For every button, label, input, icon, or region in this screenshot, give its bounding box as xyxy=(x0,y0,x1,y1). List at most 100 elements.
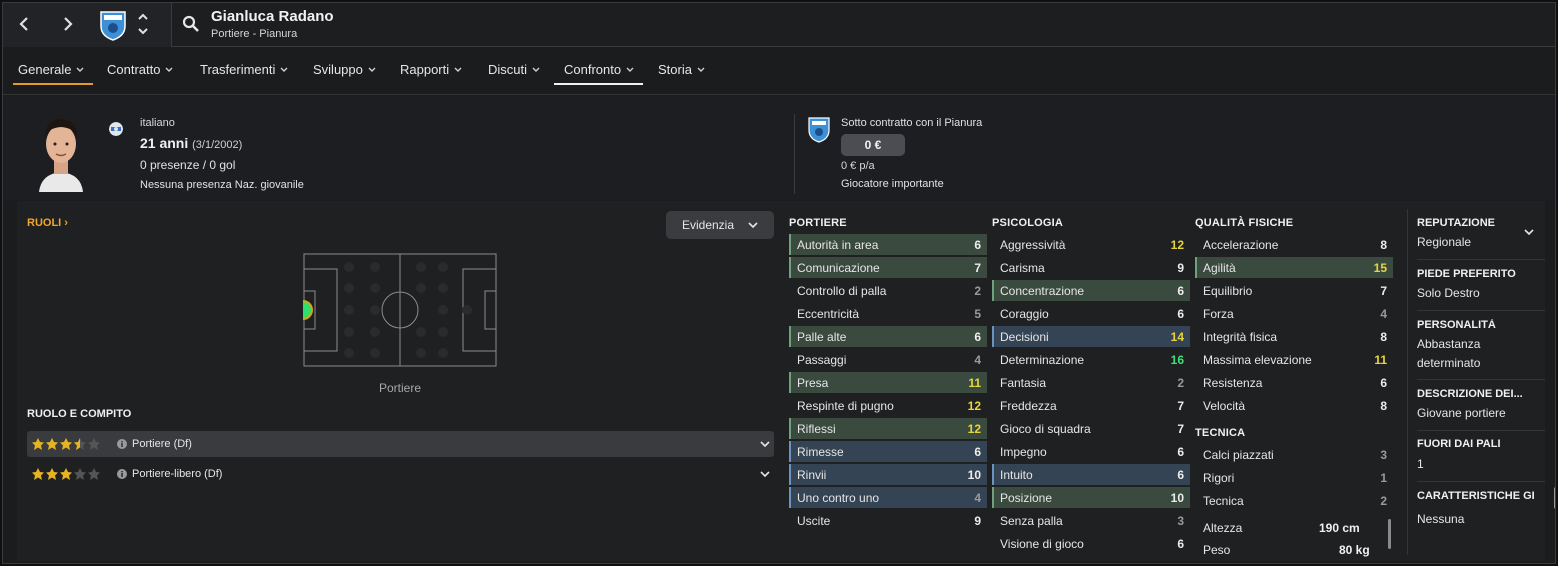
attribute-row[interactable]: Aggressività 12 xyxy=(992,234,1190,255)
personality-heading: PERSONALITÀ xyxy=(1417,319,1496,331)
attribute-row[interactable]: Fantasia 2 xyxy=(992,372,1190,393)
attribute-row[interactable]: Respinte di pugno 12 xyxy=(789,395,987,416)
forward-arrow-icon[interactable] xyxy=(57,13,79,35)
squad-status: Giocatore importante xyxy=(841,178,944,190)
attribute-row[interactable]: Rinvii 10 xyxy=(789,464,987,485)
role-row[interactable]: Portiere-libero (Df) xyxy=(27,461,774,487)
attribute-row[interactable]: Determinazione 16 xyxy=(992,349,1190,370)
attribute-value: 5 xyxy=(974,306,981,321)
role-row[interactable]: Portiere (Df) xyxy=(27,431,774,457)
tab-trasferimenti[interactable]: Trasferimenti xyxy=(200,62,288,77)
attribute-row[interactable]: Calci piazzati 3 xyxy=(1195,444,1393,465)
attribute-row[interactable]: Visione di gioco 6 xyxy=(992,533,1190,554)
attribute-value: 10 xyxy=(1170,490,1184,505)
attribute-row[interactable]: Agilità 15 xyxy=(1195,257,1393,278)
attribute-row[interactable]: Impegno 6 xyxy=(992,441,1190,462)
goalkeeping-heading: PORTIERE xyxy=(789,217,847,229)
attribute-row[interactable]: Coraggio 6 xyxy=(992,303,1190,324)
attribute-name: Passaggi xyxy=(797,352,847,367)
attribute-row[interactable]: Forza 4 xyxy=(1195,303,1393,324)
attribute-row[interactable]: Controllo di palla 2 xyxy=(789,280,987,301)
tab-discuti[interactable]: Discuti xyxy=(488,62,540,77)
attribute-row[interactable]: Gioco di squadra 7 xyxy=(992,418,1190,439)
attribute-row[interactable]: Equilibrio 7 xyxy=(1195,280,1393,301)
attribute-row[interactable]: Decisioni 14 xyxy=(992,326,1190,347)
info-icon[interactable] xyxy=(117,469,127,479)
attribute-name: Comunicazione xyxy=(797,260,880,275)
attribute-value: 7 xyxy=(1177,421,1184,436)
attribute-row[interactable]: Eccentricità 5 xyxy=(789,303,987,324)
chevron-down-icon[interactable] xyxy=(760,441,770,448)
scrollbar-thumb[interactable] xyxy=(1554,487,1555,509)
position-pitch[interactable] xyxy=(303,253,497,367)
attribute-row[interactable]: Uno contro uno 4 xyxy=(789,487,987,508)
tab-confronto[interactable]: Confronto xyxy=(564,62,634,77)
attribute-name: Agilità xyxy=(1203,260,1236,275)
attribute-row[interactable]: Comunicazione 7 xyxy=(789,257,987,278)
attribute-row[interactable]: Palle alte 6 xyxy=(789,326,987,347)
club-crest-icon[interactable] xyxy=(806,115,832,143)
position-dot-goalkeeper[interactable] xyxy=(303,300,313,320)
attribute-row[interactable]: Integrità fisica 8 xyxy=(1195,326,1393,347)
attribute-row[interactable]: Autorità in area 6 xyxy=(789,234,987,255)
chevron-down-icon[interactable] xyxy=(760,471,770,478)
roles-title-text: RUOLI xyxy=(27,217,62,229)
attribute-row[interactable]: Carisma 9 xyxy=(992,257,1190,278)
chevron-down-icon xyxy=(748,221,758,228)
attribute-row[interactable]: Riflessi 12 xyxy=(789,418,987,439)
divider xyxy=(1417,259,1545,260)
attribute-row[interactable]: Freddezza 7 xyxy=(992,395,1190,416)
info-icon[interactable] xyxy=(117,439,127,449)
attribute-row[interactable]: Senza palla 3 xyxy=(992,510,1190,531)
club-crest-icon[interactable] xyxy=(95,6,131,42)
attribute-row[interactable]: Uscite 9 xyxy=(789,510,987,531)
attribute-value: 4 xyxy=(974,490,981,505)
attribute-row[interactable]: Accelerazione 8 xyxy=(1195,234,1393,255)
role-name: Portiere-libero (Df) xyxy=(132,468,223,480)
player-portrait[interactable] xyxy=(31,110,91,192)
attribute-name: Intuito xyxy=(1000,467,1033,482)
tab-sviluppo[interactable]: Sviluppo xyxy=(313,62,376,77)
rushing-out-value: 1 xyxy=(1417,457,1424,471)
attribute-row[interactable]: Concentrazione 6 xyxy=(992,280,1190,301)
tab-label: Confronto xyxy=(564,62,622,77)
club-switch-icon[interactable] xyxy=(135,9,151,39)
contract-status[interactable]: Sotto contratto con il Pianura xyxy=(841,117,982,129)
roles-heading[interactable]: RUOLI › xyxy=(27,217,68,229)
attribute-row[interactable]: Intuito 6 xyxy=(992,464,1190,485)
attribute-name: Palle alte xyxy=(797,329,847,344)
attribute-row[interactable]: Posizione 10 xyxy=(992,487,1190,508)
attribute-value: 2 xyxy=(974,283,981,298)
attribute-row[interactable]: Tecnica 2 xyxy=(1195,490,1393,511)
attribute-value: 3 xyxy=(1177,513,1184,528)
search-icon[interactable] xyxy=(182,15,200,33)
highlight-dropdown[interactable]: Evidenzia xyxy=(666,211,774,239)
attribute-row[interactable]: Massima elevazione 11 xyxy=(1195,349,1393,370)
attribute-name: Velocità xyxy=(1203,398,1246,413)
position-label: Portiere xyxy=(378,381,422,395)
tab-generale[interactable]: Generale xyxy=(18,62,84,77)
tab-label: Discuti xyxy=(488,62,528,77)
attribute-row[interactable]: Passaggi 4 xyxy=(789,349,987,370)
attribute-row[interactable]: Resistenza 6 xyxy=(1195,372,1393,393)
attribute-value: 10 xyxy=(967,467,981,482)
scrollbar-thumb[interactable] xyxy=(1388,519,1391,549)
attribute-name: Resistenza xyxy=(1203,375,1263,390)
attribute-row[interactable]: Velocità 8 xyxy=(1195,395,1393,416)
mental-heading: PSICOLOGIA xyxy=(992,217,1064,229)
back-arrow-icon[interactable] xyxy=(13,13,35,35)
wage-badge[interactable]: 0 € xyxy=(841,134,905,156)
nationality-flag-icon xyxy=(109,122,123,136)
divider xyxy=(1417,430,1545,431)
attribute-row[interactable]: Presa 11 xyxy=(789,372,987,393)
chevron-down-icon xyxy=(368,67,376,72)
attribute-row[interactable]: Rigori 1 xyxy=(1195,467,1393,488)
attribute-row[interactable]: Rimesse 6 xyxy=(789,441,987,462)
tab-contratto[interactable]: Contratto xyxy=(107,62,173,77)
tab-label: Rapporti xyxy=(400,62,450,77)
attribute-value: 16 xyxy=(1170,352,1184,367)
chevron-down-icon xyxy=(76,67,84,72)
tab-storia[interactable]: Storia xyxy=(658,62,705,77)
tab-label: Storia xyxy=(658,62,692,77)
tab-rapporti[interactable]: Rapporti xyxy=(400,62,462,77)
